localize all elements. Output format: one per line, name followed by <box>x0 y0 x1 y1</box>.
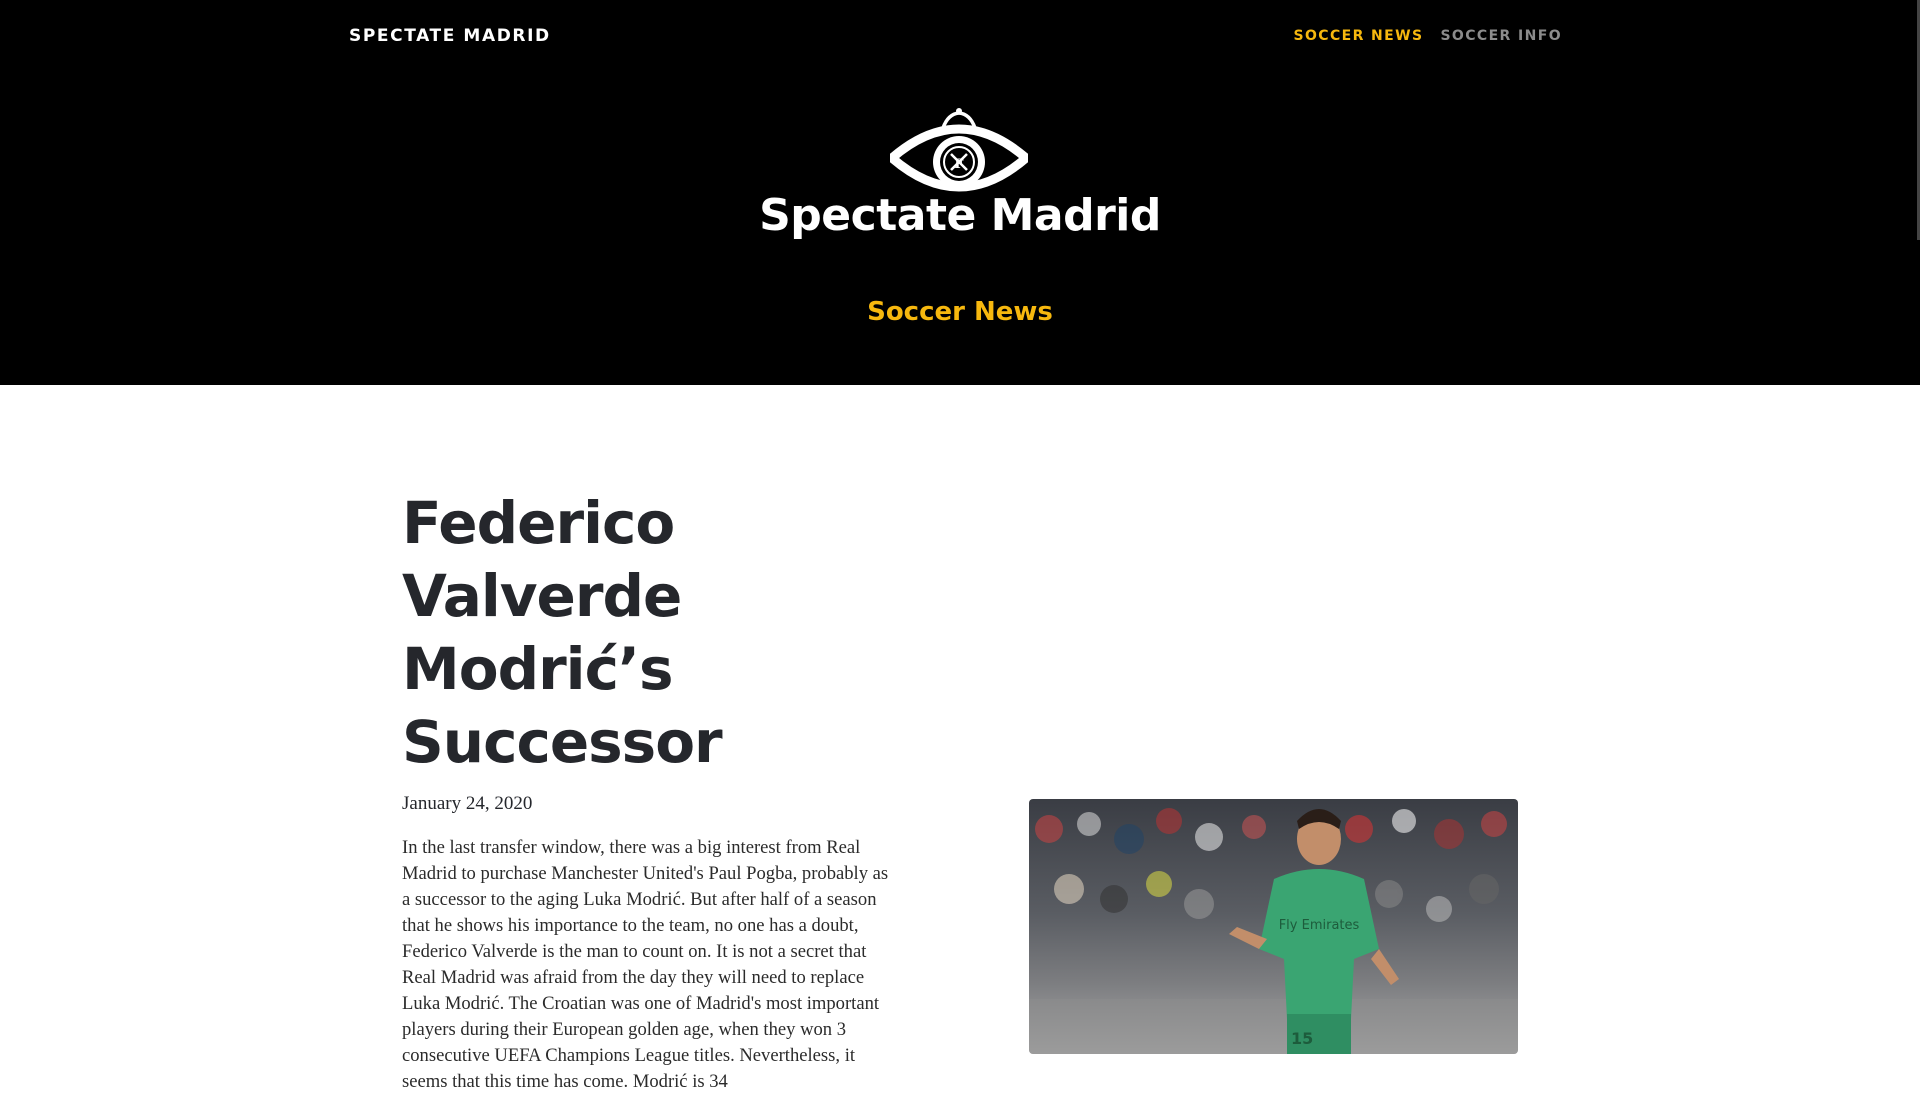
shirt-sponsor-text: Fly Emirates <box>1279 918 1360 933</box>
section-label: Soccer News <box>867 297 1053 327</box>
nav-brand-link[interactable]: SPECTATE MADRID <box>349 26 551 46</box>
nav-link-soccer-info[interactable]: SOCCER INFO <box>1440 28 1562 44</box>
article-date: January 24, 2020 <box>402 793 533 814</box>
svg-text:F: F <box>954 157 964 172</box>
player-photo: Fly Emirates 15 <box>1029 799 1518 1054</box>
shirt-number-text: 15 <box>1291 1029 1313 1048</box>
site-header: SPECTATE MADRID SOCCER NEWS SOCCER INFO … <box>0 0 1920 385</box>
article-body: In the last transfer window, there was a… <box>402 837 889 1092</box>
main-nav: SOCCER NEWS SOCCER INFO <box>1293 28 1562 44</box>
site-title: Spectate Madrid <box>759 190 1161 241</box>
crowned-eye-logo-icon: F <box>890 108 1028 192</box>
nav-link-soccer-news[interactable]: SOCCER NEWS <box>1293 28 1423 44</box>
article-title: Federico Valverde Modrić’s Successor <box>402 489 723 776</box>
